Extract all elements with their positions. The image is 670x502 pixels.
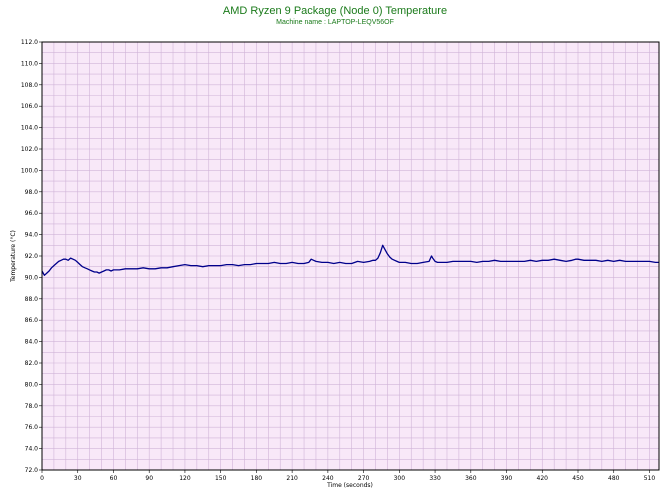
y-tick-label: 86.0 bbox=[25, 317, 39, 324]
x-tick-label: 360 bbox=[465, 475, 477, 482]
temperature-chart: 72.0 74.0 76.0 78.0 80.0 82.0 84.0 86.0 88.0 90.0… bbox=[10, 39, 660, 489]
y-tick-label: 82.0 bbox=[25, 360, 39, 367]
x-tick-label: 300 bbox=[394, 475, 406, 482]
x-tick-label: 420 bbox=[537, 475, 549, 482]
x-tick-label: 270 bbox=[358, 475, 370, 482]
y-tick-label: 88.0 bbox=[25, 296, 39, 303]
x-tick-label: 480 bbox=[608, 475, 620, 482]
x-tick-label: 390 bbox=[501, 475, 513, 482]
y-tick-label: 94.0 bbox=[25, 232, 39, 239]
x-tick-label: 30 bbox=[74, 475, 82, 482]
y-tick-label: 74.0 bbox=[25, 446, 39, 453]
y-tick-label: 112.0 bbox=[21, 39, 38, 46]
y-tick-label: 108.0 bbox=[21, 82, 38, 89]
x-tick-label: 90 bbox=[145, 475, 153, 482]
y-tick-label: 106.0 bbox=[21, 103, 38, 110]
y-tick-label: 92.0 bbox=[25, 253, 39, 260]
x-tick-label: 210 bbox=[286, 475, 298, 482]
x-tick-label: 150 bbox=[215, 475, 227, 482]
x-tick-label: 180 bbox=[251, 475, 263, 482]
x-tick-label: 0 bbox=[40, 475, 44, 482]
x-tick-label: 240 bbox=[322, 475, 334, 482]
y-tick-label: 110.0 bbox=[21, 60, 38, 67]
y-tick-label: 90.0 bbox=[25, 274, 39, 281]
y-tick-label: 76.0 bbox=[25, 424, 39, 431]
y-tick-label: 98.0 bbox=[25, 189, 39, 196]
x-tick-label: 510 bbox=[644, 475, 656, 482]
x-tick-label: 60 bbox=[110, 475, 118, 482]
y-tick-label: 100.0 bbox=[21, 167, 38, 174]
x-tick-label: 450 bbox=[572, 475, 584, 482]
y-axis-label: Temperature (°C) bbox=[10, 230, 17, 283]
y-tick-label: 84.0 bbox=[25, 339, 39, 346]
x-axis-label: Time (seconds) bbox=[326, 482, 373, 489]
y-tick-label: 78.0 bbox=[25, 403, 39, 410]
y-tick-label: 80.0 bbox=[25, 381, 39, 388]
y-tick-label: 96.0 bbox=[25, 210, 39, 217]
grid-lines bbox=[42, 42, 659, 470]
y-tick-label: 72.0 bbox=[25, 467, 39, 474]
x-tick-label: 330 bbox=[429, 475, 441, 482]
y-tick-label: 104.0 bbox=[21, 125, 38, 132]
x-tick-label: 120 bbox=[179, 475, 191, 482]
y-tick-label: 102.0 bbox=[21, 146, 38, 153]
